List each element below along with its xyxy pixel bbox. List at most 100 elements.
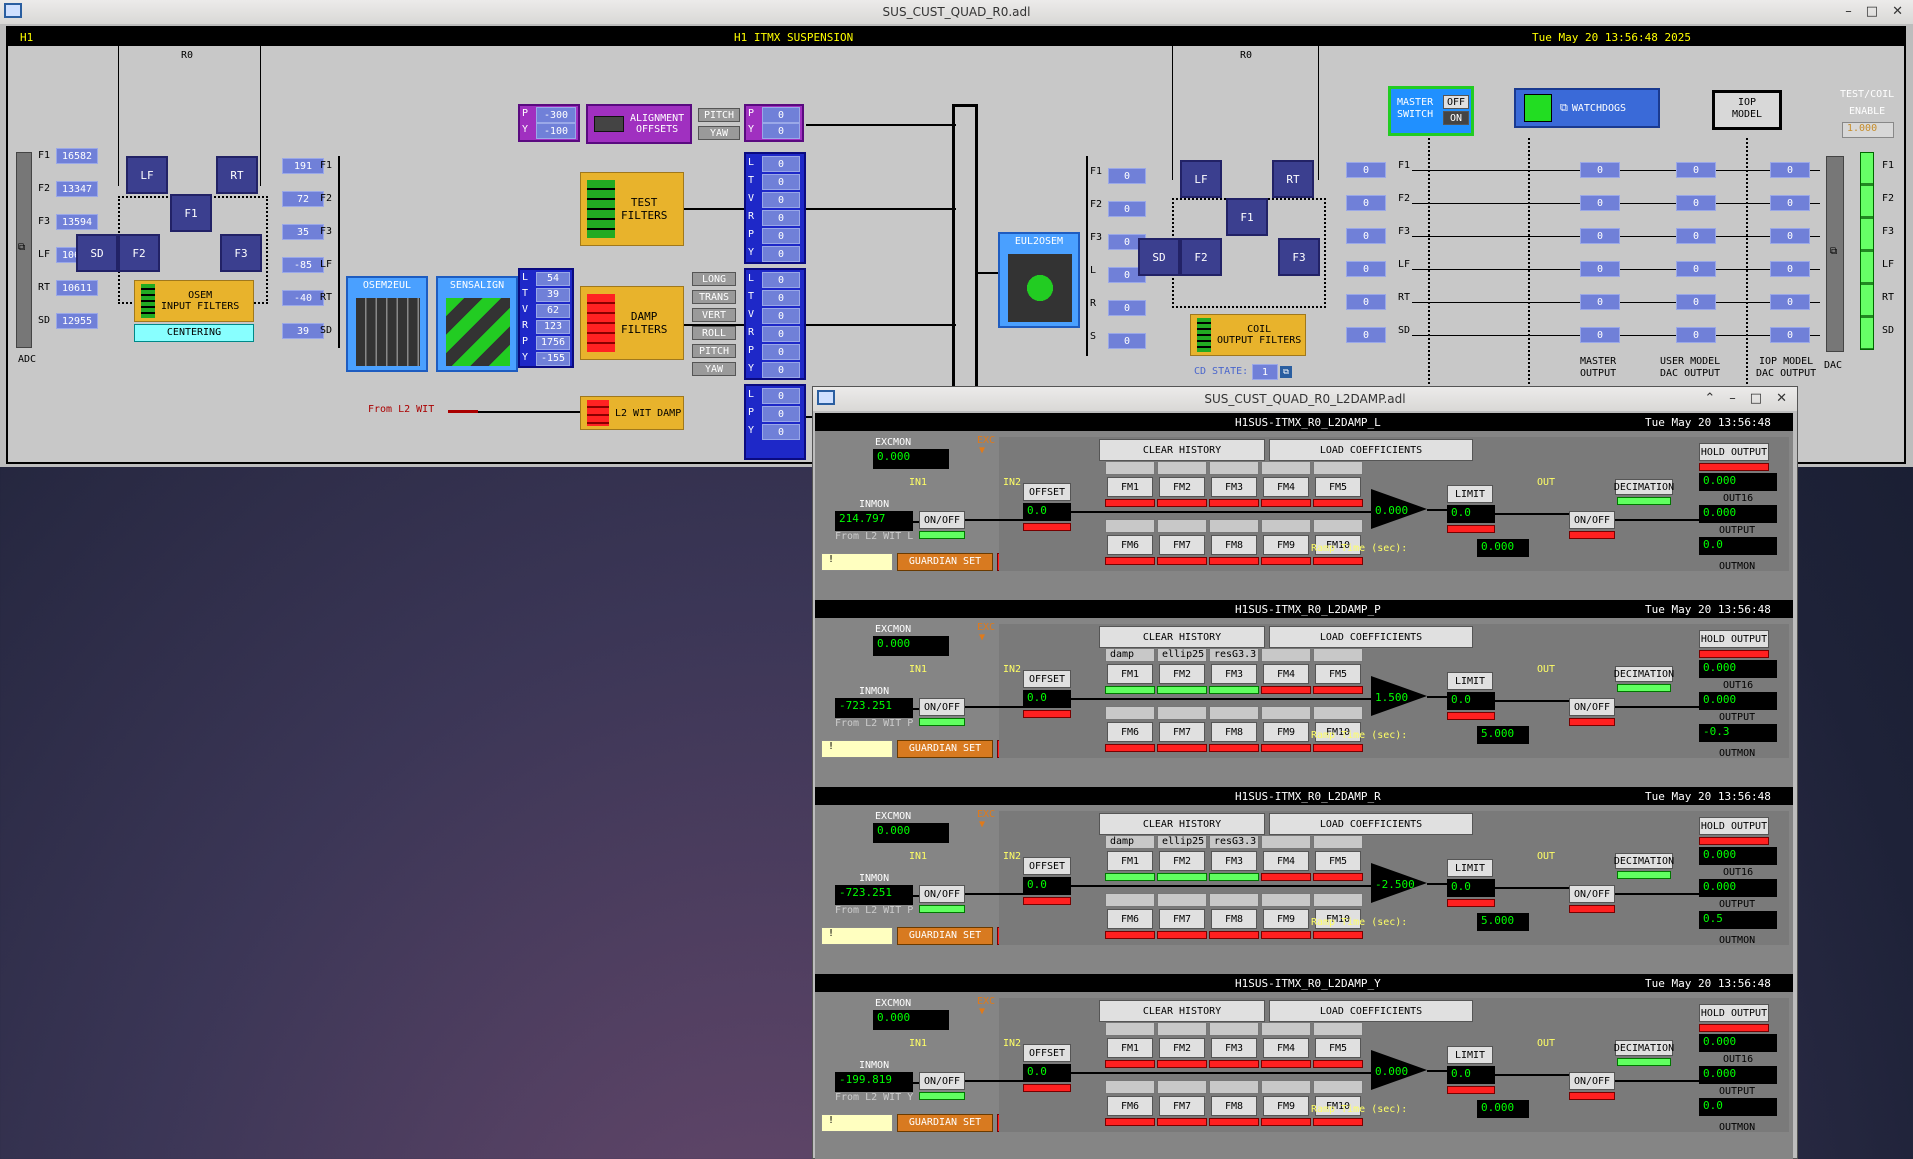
fm-button[interactable]: FM9 <box>1263 909 1309 929</box>
fm-button[interactable]: FM7 <box>1159 1096 1205 1116</box>
fm-button[interactable]: FM1 <box>1107 851 1153 871</box>
input-onoff-button[interactable]: ON/OFF <box>919 885 965 903</box>
fm-button[interactable]: FM8 <box>1211 535 1257 555</box>
decimation-button[interactable]: DECIMATION <box>1614 1040 1674 1056</box>
fm-button[interactable]: FM4 <box>1263 851 1309 871</box>
sensor-rt-button[interactable]: RT <box>216 156 258 194</box>
fm-button[interactable]: FM5 <box>1315 1038 1361 1058</box>
fm-button[interactable]: FM4 <box>1263 477 1309 497</box>
hold-output-button[interactable]: HOLD OUTPUT <box>1699 1004 1769 1022</box>
coil-lf-button[interactable]: LF <box>1180 160 1222 198</box>
fm-button[interactable]: FM2 <box>1159 477 1205 497</box>
sensalign-block[interactable]: SENSALIGN <box>436 276 518 372</box>
align-y-value[interactable]: -100 <box>536 123 576 139</box>
limit-button[interactable]: LIMIT <box>1447 859 1493 877</box>
damp-shade-icon[interactable]: ⌃ <box>1704 391 1715 406</box>
sensor-f1-button[interactable]: F1 <box>170 194 212 232</box>
fm-button[interactable]: FM5 <box>1315 664 1361 684</box>
master-switch-on[interactable]: ON <box>1443 111 1469 125</box>
watchdogs-button[interactable]: ⧉ WATCHDOGS <box>1514 88 1660 128</box>
input-onoff-button[interactable]: ON/OFF <box>919 698 965 716</box>
minimize-icon[interactable]: – <box>1845 4 1852 19</box>
damp-close-icon[interactable]: ✕ <box>1776 391 1787 406</box>
alignment-offsets-button[interactable]: ALIGNMENT OFFSETS <box>586 104 692 144</box>
fm-button[interactable]: FM2 <box>1159 851 1205 871</box>
fm-button[interactable]: FM8 <box>1211 1096 1257 1116</box>
offset-button[interactable]: OFFSET <box>1023 857 1071 875</box>
test-filters-button[interactable]: TEST FILTERS <box>580 172 684 246</box>
fm-button[interactable]: FM3 <box>1211 851 1257 871</box>
hold-output-button[interactable]: HOLD OUTPUT <box>1699 817 1769 835</box>
fm-button[interactable]: FM8 <box>1211 722 1257 742</box>
guardian-set-button[interactable]: GUARDIAN SET <box>897 740 993 758</box>
fm-button[interactable]: FM1 <box>1107 1038 1153 1058</box>
load-coefficients-button[interactable]: LOAD COEFFICIENTS <box>1269 813 1473 835</box>
fm-button[interactable]: FM6 <box>1107 722 1153 742</box>
fm-button[interactable]: FM5 <box>1315 477 1361 497</box>
load-coefficients-button[interactable]: LOAD COEFFICIENTS <box>1269 439 1473 461</box>
fm-button[interactable]: FM6 <box>1107 535 1153 555</box>
master-switch-off[interactable]: OFF <box>1443 95 1469 109</box>
sensor-sd-button[interactable]: SD <box>76 234 118 272</box>
guardian-set-button[interactable]: GUARDIAN SET <box>897 553 993 571</box>
limit-button[interactable]: LIMIT <box>1447 672 1493 690</box>
coil-sd-button[interactable]: SD <box>1138 238 1180 276</box>
coil-f1-button[interactable]: F1 <box>1226 198 1268 236</box>
osem-input-filters-button[interactable]: OSEM INPUT FILTERS <box>134 280 254 322</box>
test-coil-enable-value[interactable]: 1.000 <box>1842 122 1894 138</box>
damp-minimize-icon[interactable]: – <box>1729 391 1736 406</box>
damp-maximize-icon[interactable]: □ <box>1750 391 1762 406</box>
osem2eul-block[interactable]: OSEM2EUL <box>346 276 428 372</box>
fm-button[interactable]: FM3 <box>1211 477 1257 497</box>
sensor-f3-button[interactable]: F3 <box>220 234 262 272</box>
fm-button[interactable]: FM1 <box>1107 477 1153 497</box>
sensor-lf-button[interactable]: LF <box>126 156 168 194</box>
limit-button[interactable]: LIMIT <box>1447 1046 1493 1064</box>
fm-button[interactable]: FM9 <box>1263 722 1309 742</box>
input-onoff-button[interactable]: ON/OFF <box>919 1072 965 1090</box>
hold-output-button[interactable]: HOLD OUTPUT <box>1699 630 1769 648</box>
clear-history-button[interactable]: CLEAR HISTORY <box>1099 1000 1265 1022</box>
input-onoff-button[interactable]: ON/OFF <box>919 511 965 529</box>
close-icon[interactable]: ✕ <box>1892 4 1903 19</box>
fm-button[interactable]: FM3 <box>1211 1038 1257 1058</box>
fm-button[interactable]: FM7 <box>1159 909 1205 929</box>
fm-button[interactable]: FM6 <box>1107 909 1153 929</box>
l2-wit-damp-button[interactable]: L2 WIT DAMP <box>580 396 684 430</box>
bang-field[interactable]: ! <box>821 927 893 945</box>
sensor-f2-button[interactable]: F2 <box>118 234 160 272</box>
damp-titlebar[interactable]: SUS_CUST_QUAD_R0_L2DAMP.adl ⌃ – □ ✕ <box>813 387 1797 411</box>
offset-button[interactable]: OFFSET <box>1023 483 1071 501</box>
fm-button[interactable]: FM6 <box>1107 1096 1153 1116</box>
fm-button[interactable]: FM9 <box>1263 1096 1309 1116</box>
offset-button[interactable]: OFFSET <box>1023 670 1071 688</box>
fm-button[interactable]: FM7 <box>1159 535 1205 555</box>
guardian-set-button[interactable]: GUARDIAN SET <box>897 1114 993 1132</box>
coil-output-filters-button[interactable]: COIL OUTPUT FILTERS <box>1190 314 1306 356</box>
fm-button[interactable]: FM4 <box>1263 664 1309 684</box>
limit-button[interactable]: LIMIT <box>1447 485 1493 503</box>
load-coefficients-button[interactable]: LOAD COEFFICIENTS <box>1269 1000 1473 1022</box>
centering-button[interactable]: CENTERING <box>134 324 254 342</box>
offset-button[interactable]: OFFSET <box>1023 1044 1071 1062</box>
iop-model-button[interactable]: IOP MODEL <box>1712 90 1782 130</box>
output-onoff-button[interactable]: ON/OFF <box>1569 1072 1615 1090</box>
fm-button[interactable]: FM1 <box>1107 664 1153 684</box>
load-coefficients-button[interactable]: LOAD COEFFICIENTS <box>1269 626 1473 648</box>
guardian-set-button[interactable]: GUARDIAN SET <box>897 927 993 945</box>
bang-field[interactable]: ! <box>821 553 893 571</box>
bang-field[interactable]: ! <box>821 1114 893 1132</box>
bang-field[interactable]: ! <box>821 740 893 758</box>
clear-history-button[interactable]: CLEAR HISTORY <box>1099 626 1265 648</box>
cd-state-icon[interactable]: ⧉ <box>1280 366 1292 378</box>
output-onoff-button[interactable]: ON/OFF <box>1569 885 1615 903</box>
fm-button[interactable]: FM2 <box>1159 664 1205 684</box>
fm-button[interactable]: FM5 <box>1315 851 1361 871</box>
coil-rt-button[interactable]: RT <box>1272 160 1314 198</box>
fm-button[interactable]: FM9 <box>1263 535 1309 555</box>
fm-button[interactable]: FM2 <box>1159 1038 1205 1058</box>
clear-history-button[interactable]: CLEAR HISTORY <box>1099 439 1265 461</box>
damp-filters-button[interactable]: DAMP FILTERS <box>580 286 684 360</box>
coil-f2-button[interactable]: F2 <box>1180 238 1222 276</box>
fm-button[interactable]: FM8 <box>1211 909 1257 929</box>
